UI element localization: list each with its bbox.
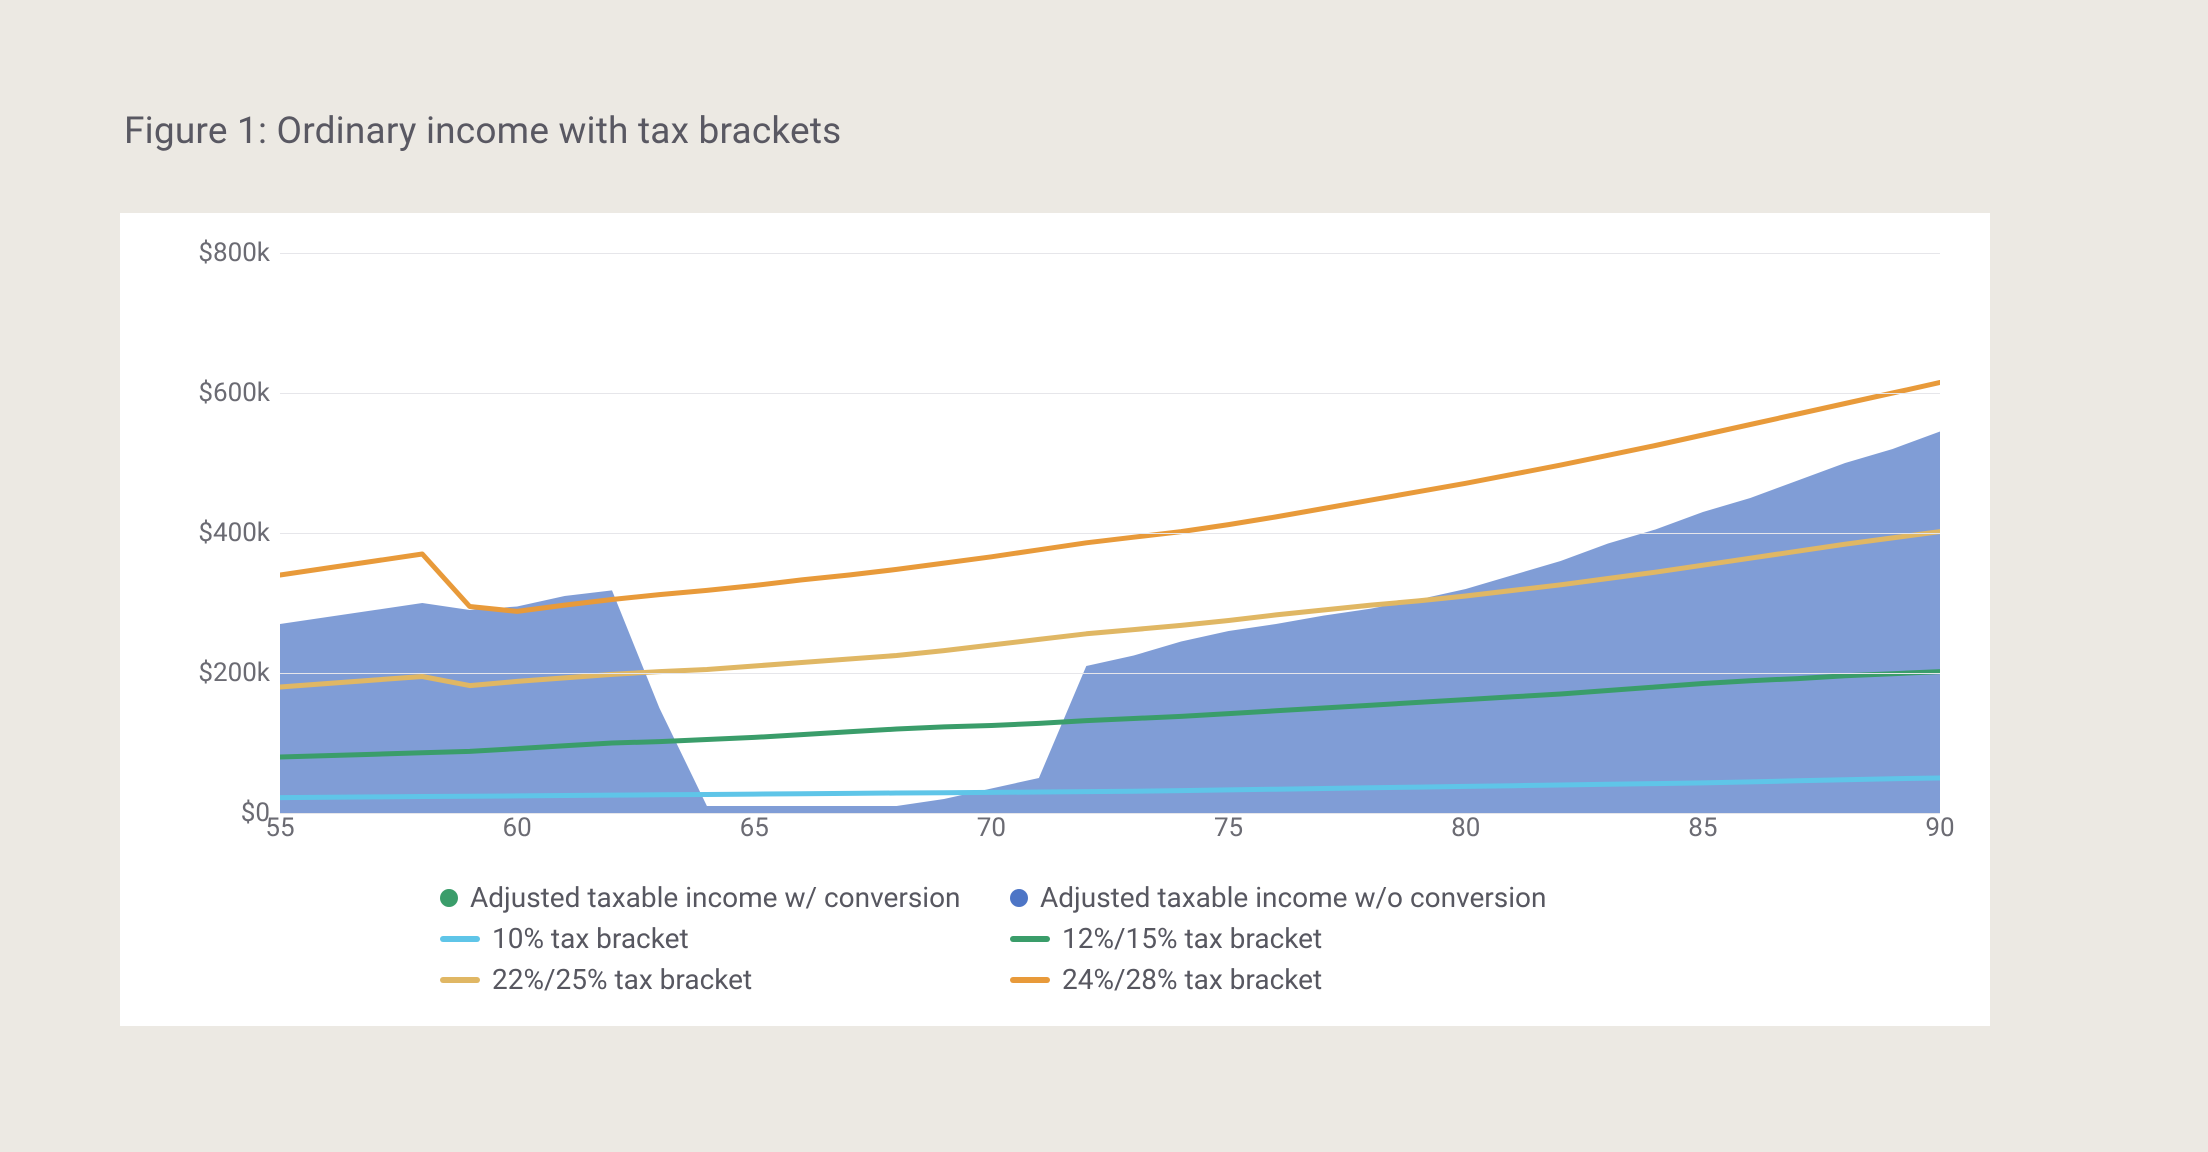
area-series <box>280 432 1940 814</box>
chart-plot <box>280 253 1940 813</box>
gridline <box>280 533 1940 534</box>
x-tick-label: 80 <box>1451 813 1480 843</box>
x-tick-label: 65 <box>740 813 769 843</box>
legend-item: 22%/25% tax bracket <box>440 963 1010 996</box>
y-axis: $0$200k$400k$600k$800k <box>160 253 280 813</box>
y-tick-label: $600k <box>198 378 270 408</box>
legend-swatch-line <box>1010 977 1050 983</box>
y-tick-label: $200k <box>198 658 270 688</box>
legend-label: 12%/15% tax bracket <box>1062 922 1322 955</box>
x-tick-label: 60 <box>503 813 532 843</box>
x-tick-label: 55 <box>265 813 294 843</box>
gridline <box>280 393 1940 394</box>
legend-label: Adjusted taxable income w/ conversion <box>470 881 961 914</box>
x-axis: 5560657075808590 <box>280 813 1940 853</box>
legend-item: 12%/15% tax bracket <box>1010 922 1630 955</box>
legend-item: Adjusted taxable income w/ conversion <box>440 881 1010 914</box>
legend-label: 22%/25% tax bracket <box>492 963 752 996</box>
gridline <box>280 253 1940 254</box>
legend-label: Adjusted taxable income w/o conversion <box>1040 881 1546 914</box>
gridline <box>280 673 1940 674</box>
legend-swatch-line <box>440 936 480 942</box>
legend-swatch-line <box>1010 936 1050 942</box>
figure-title: Figure 1: Ordinary income with tax brack… <box>124 110 2108 153</box>
x-tick-label: 85 <box>1688 813 1717 843</box>
y-tick-label: $400k <box>198 518 270 548</box>
legend-label: 24%/28% tax bracket <box>1062 963 1322 996</box>
legend-item: 24%/28% tax bracket <box>1010 963 1630 996</box>
legend-item: 10% tax bracket <box>440 922 1010 955</box>
y-tick-label: $800k <box>198 238 270 268</box>
chart-legend: Adjusted taxable income w/ conversion Adj… <box>440 881 1950 996</box>
x-tick-label: 90 <box>1925 813 1954 843</box>
x-tick-label: 75 <box>1214 813 1243 843</box>
legend-swatch-dot <box>1010 889 1028 907</box>
legend-swatch-dot <box>440 889 458 907</box>
legend-swatch-line <box>440 977 480 983</box>
legend-label: 10% tax bracket <box>492 922 689 955</box>
x-tick-label: 70 <box>977 813 1006 843</box>
legend-item: Adjusted taxable income w/o conversion <box>1010 881 1630 914</box>
chart-card: $0$200k$400k$600k$800k 5560657075808590 … <box>120 213 1990 1026</box>
